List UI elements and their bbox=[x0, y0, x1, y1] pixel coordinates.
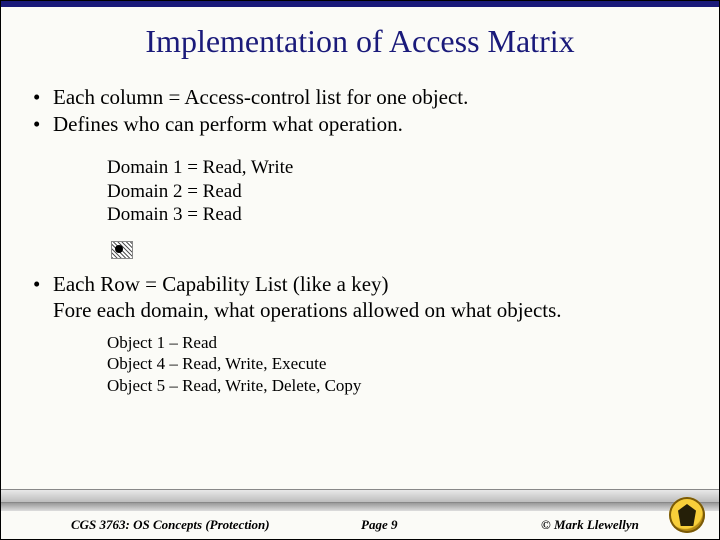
domain-line: Domain 3 = Read bbox=[107, 203, 691, 227]
bullet-item: Each Row = Capability List (like a key) … bbox=[29, 271, 691, 324]
slide: Implementation of Access Matrix Each col… bbox=[0, 0, 720, 540]
object-line: Object 4 – Read, Write, Execute bbox=[107, 353, 691, 375]
footer-page: Page 9 bbox=[361, 517, 511, 533]
bullet-line: Each Row = Capability List (like a key) bbox=[53, 272, 389, 296]
bullet-line: Fore each domain, what operations allowe… bbox=[53, 298, 562, 322]
top-rule bbox=[1, 1, 719, 7]
ucf-logo-icon bbox=[669, 497, 705, 533]
slide-body: Each column = Access-control list for on… bbox=[1, 60, 719, 397]
object-line: Object 1 – Read bbox=[107, 332, 691, 354]
object-line: Object 5 – Read, Write, Delete, Copy bbox=[107, 375, 691, 397]
bullet-list-1: Each column = Access-control list for on… bbox=[29, 84, 691, 138]
domain-line: Domain 1 = Read, Write bbox=[107, 156, 691, 180]
bullet-list-2: Each Row = Capability List (like a key) … bbox=[29, 271, 691, 324]
slide-title: Implementation of Access Matrix bbox=[1, 1, 719, 60]
object-block: Object 1 – Read Object 4 – Read, Write, … bbox=[107, 332, 691, 397]
bullet-item: Defines who can perform what operation. bbox=[29, 111, 691, 138]
footer-bar bbox=[1, 489, 719, 503]
marker-icon bbox=[111, 241, 133, 259]
footer-course: CGS 3763: OS Concepts (Protection) bbox=[71, 517, 361, 533]
domain-line: Domain 2 = Read bbox=[107, 180, 691, 204]
footer-text: CGS 3763: OS Concepts (Protection) Page … bbox=[1, 517, 719, 533]
footer-shadow bbox=[1, 503, 719, 511]
footer: CGS 3763: OS Concepts (Protection) Page … bbox=[1, 491, 719, 539]
footer-copyright: © Mark Llewellyn bbox=[511, 517, 649, 533]
bullet-item: Each column = Access-control list for on… bbox=[29, 84, 691, 111]
domain-block: Domain 1 = Read, Write Domain 2 = Read D… bbox=[107, 156, 691, 227]
